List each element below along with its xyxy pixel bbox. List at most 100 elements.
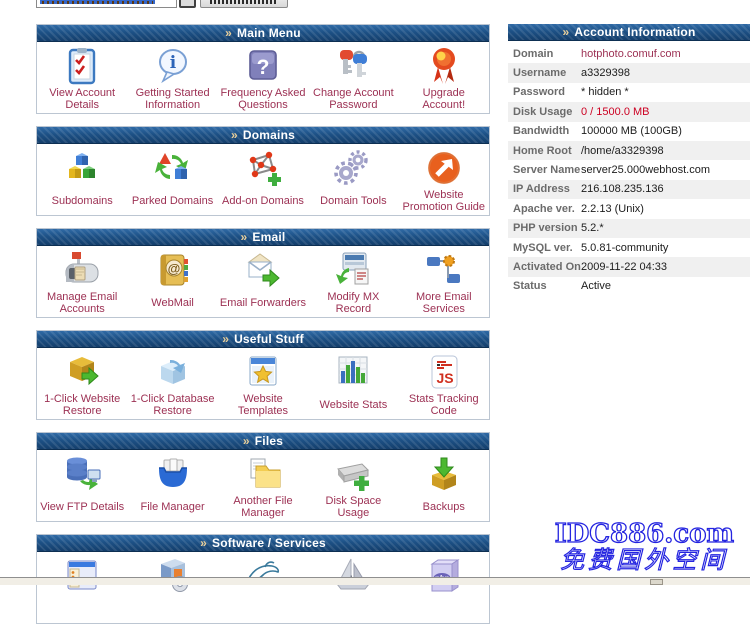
menu-item-website-restore[interactable]: 1-Click Website Restore [37,348,127,419]
menu-item-info-bubble[interactable]: i Getting Started Information [127,42,217,113]
menu-item-question[interactable]: ? Frequency Asked Questions [218,42,308,113]
menu-item-label: 1-Click Website Restore [37,392,127,419]
section-title: Main Menu [237,26,301,40]
addon-domains-icon [243,148,283,188]
header-marker: » [225,26,232,40]
horizontal-scrollbar[interactable] [0,577,750,585]
section-header: »Email [37,229,489,246]
menu-item-label [80,596,84,623]
menu-item-envelope-forward[interactable]: Email Forwarders [218,246,308,317]
menu-item-label: Disk Space Usage [308,494,398,521]
menu-item-label: Website Stats [318,392,390,419]
mailbox-icon [62,250,102,290]
folder-icon [243,454,283,494]
menu-item-label: WebMail [149,290,196,317]
menu-item-disk[interactable]: Disk Space Usage [308,450,398,521]
section-header: »Domains [37,127,489,144]
account-row: Home Root /home/a3329398 [508,141,750,160]
menu-item-folder[interactable]: Another File Manager [218,450,308,521]
menu-item-account-details[interactable]: View Account Details [37,42,127,113]
menu-item-promotion-arrow[interactable]: Website Promotion Guide [399,144,489,215]
menu-item-keys[interactable]: Change Account Password [308,42,398,113]
menu-item-php[interactable]: php [399,552,489,623]
section-items: 1-Click Website Restore 1-Click Database… [37,348,489,419]
section-header: » Main Menu [37,25,489,42]
menu-item-software-box[interactable] [127,552,217,623]
menu-item-js-code[interactable]: JS Stats Tracking Code [399,348,489,419]
menu-item-label: Getting Started Information [127,86,217,113]
account-row-label: Home Root [513,145,581,157]
software-box-icon [153,556,193,596]
account-row-label: Status [513,280,581,292]
account-row: PHP version 5.2.* [508,219,750,238]
menu-item-backups[interactable]: Backups [399,450,489,521]
menu-item-templates[interactable]: Website Templates [218,348,308,419]
menu-item-label [351,596,355,623]
menu-item-mx-record[interactable]: Modify MX Record [308,246,398,317]
menu-section: »Useful Stuff 1-Click Website Restore 1-… [36,330,490,420]
menu-item-label: View Account Details [37,86,127,113]
svg-text:?: ? [257,56,270,79]
section-title: Domains [243,128,295,142]
svg-text:@: @ [167,261,180,276]
email-services-icon [424,250,464,290]
menu-item-label: 1-Click Database Restore [127,392,217,419]
menu-item-label: Stats Tracking Code [399,392,489,419]
menu-item-label [442,596,446,623]
menu-item-window[interactable] [37,552,127,623]
account-row-label: Server Name [513,164,581,176]
promotion-arrow-icon [424,148,464,188]
menu-item-parked-domains[interactable]: Parked Domains [127,144,217,215]
section-header: »Useful Stuff [37,331,489,348]
account-row-value: Active [581,280,611,292]
templates-icon [243,352,283,392]
menu-item-label: Manage Email Accounts [37,290,127,317]
menu-item-label: Upgrade Account! [399,86,489,113]
menu-item-ftp[interactable]: View FTP Details [37,450,127,521]
menu-item-stats-chart[interactable]: Website Stats [308,348,398,419]
menu-item-address-book[interactable]: @ WebMail [127,246,217,317]
account-row-value[interactable]: hotphoto.comuf.com [581,48,681,60]
menu-item-addon-domains[interactable]: Add-on Domains [218,144,308,215]
menu-item-upgrade-ribbon[interactable]: Upgrade Account! [399,42,489,113]
account-row-value: * hidden * [581,86,629,98]
menu-section: »Email Manage Email Accounts @ WebMail E… [36,228,490,318]
create-new-button[interactable] [200,0,288,8]
keys-icon [333,46,373,86]
account-row-value: a3329398 [581,67,630,79]
watermark-site: IDC886.com [555,521,734,547]
account-details-icon [62,46,102,86]
account-row-label: Apache ver. [513,203,581,215]
stats-chart-icon [333,352,373,392]
database-restore-icon [153,352,193,392]
menu-item-email-services[interactable]: More Email Services [399,246,489,317]
account-row: IP Address 216.108.235.136 [508,180,750,199]
question-icon: ? [243,46,283,86]
go-button[interactable] [179,0,196,8]
menu-item-gears[interactable]: Domain Tools [308,144,398,215]
menu-item-label: Domain Tools [318,188,388,215]
menu-item-cubes[interactable]: Subdomains [37,144,127,215]
account-row: Server Name server25.000webhost.com [508,160,750,179]
account-row-label: Activated On [513,261,581,273]
menu-item-mysql-dolphin[interactable] [218,552,308,623]
account-rows: Domain hotphoto.comuf.com Username a3329… [508,44,750,296]
menu-item-database-restore[interactable]: 1-Click Database Restore [127,348,217,419]
menu-item-label: Modify MX Record [308,290,398,317]
account-row: Password * hidden * [508,83,750,102]
page: { "topbar": { "search_value": "" }, "col… [0,0,750,585]
menu-item-label: Website Promotion Guide [399,188,489,215]
section-header: »Software / Services [37,535,489,552]
menu-item-file-manager[interactable]: File Manager [127,450,217,521]
search-input[interactable] [36,0,177,8]
scrollbar-notch[interactable] [650,579,663,585]
upgrade-ribbon-icon [424,46,464,86]
menu-item-mailbox[interactable]: Manage Email Accounts [37,246,127,317]
menu-item-phpmyadmin[interactable]: php [308,552,398,623]
menu-section: »Files View FTP Details File Manager Ano… [36,432,490,522]
window-icon [62,556,102,596]
account-row-value: 0 / 1500.0 MB [581,106,650,118]
account-info-title: Account Information [574,25,695,39]
account-row-label: Bandwidth [513,125,581,137]
menu-item-label: Email Forwarders [218,290,308,317]
